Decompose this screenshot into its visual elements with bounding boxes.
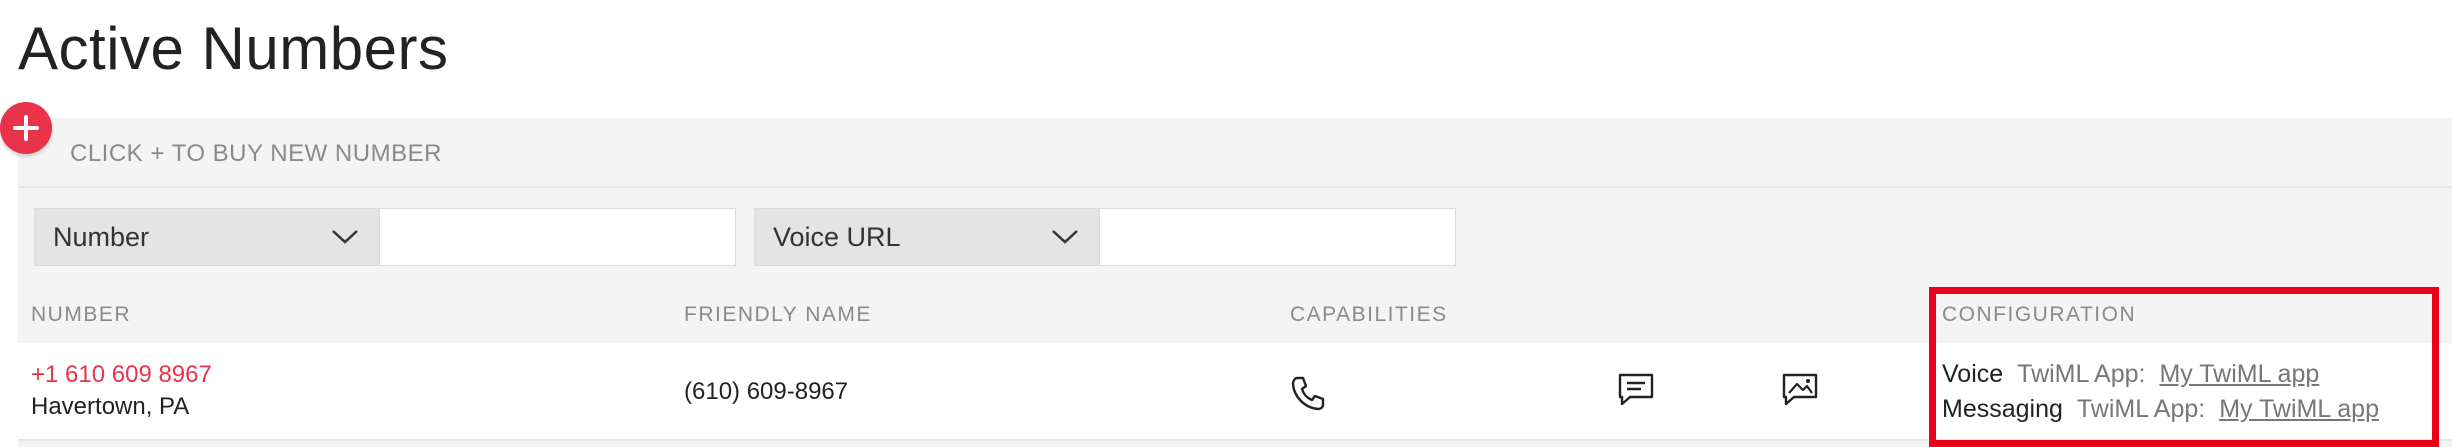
config-app-link[interactable]: My TwiML app <box>2159 360 2319 388</box>
page-title: Active Numbers <box>18 15 449 82</box>
friendly-name: (610) 609-8967 <box>684 378 849 405</box>
filter-value-input[interactable] <box>380 208 736 266</box>
phone-number-link[interactable]: +1 610 609 8967 <box>31 361 212 389</box>
column-header-configuration: CONFIGURATION <box>1942 303 2137 326</box>
config-app-label: TwiML App: <box>2076 395 2206 423</box>
number-location: Havertown, PA <box>31 393 190 420</box>
filter-field-label: Voice URL <box>773 221 901 252</box>
chevron-down-icon <box>1052 230 1078 244</box>
mms-icon <box>1782 373 1818 406</box>
config-voice: Voice TwiML App: My TwiML app <box>1942 360 2319 389</box>
buy-number-button[interactable] <box>0 102 52 154</box>
config-app-label: TwiML App: <box>2017 360 2146 388</box>
config-kind: Messaging <box>1942 395 2063 423</box>
filter-field-label: Number <box>53 221 150 252</box>
filter-voice-url: Voice URL <box>754 208 1456 266</box>
plus-icon <box>13 115 39 141</box>
column-header-friendly-name: FRIENDLY NAME <box>684 303 872 326</box>
config-messaging: Messaging TwiML App: My TwiML app <box>1942 395 2379 424</box>
config-kind: Voice <box>1942 360 2004 388</box>
numbers-panel: CLICK + TO BUY NEW NUMBER Number Voice U… <box>0 102 2452 447</box>
filter-number: Number <box>34 208 736 266</box>
column-header-number: NUMBER <box>31 303 132 326</box>
buy-number-bar: CLICK + TO BUY NEW NUMBER <box>0 102 2452 188</box>
table-row: +1 610 609 8967 Havertown, PA (610) 609-… <box>18 343 2452 441</box>
sms-icon <box>1618 373 1654 406</box>
phone-icon <box>1291 376 1325 411</box>
config-app-link[interactable]: My TwiML app <box>2219 395 2379 423</box>
filter-value-input[interactable] <box>1100 208 1456 266</box>
filter-field-select[interactable]: Number <box>34 208 380 266</box>
chevron-down-icon <box>332 230 358 244</box>
column-header-capabilities: CAPABILITIES <box>1290 303 1448 326</box>
filter-field-select[interactable]: Voice URL <box>754 208 1100 266</box>
buy-number-label: CLICK + TO BUY NEW NUMBER <box>70 140 442 167</box>
